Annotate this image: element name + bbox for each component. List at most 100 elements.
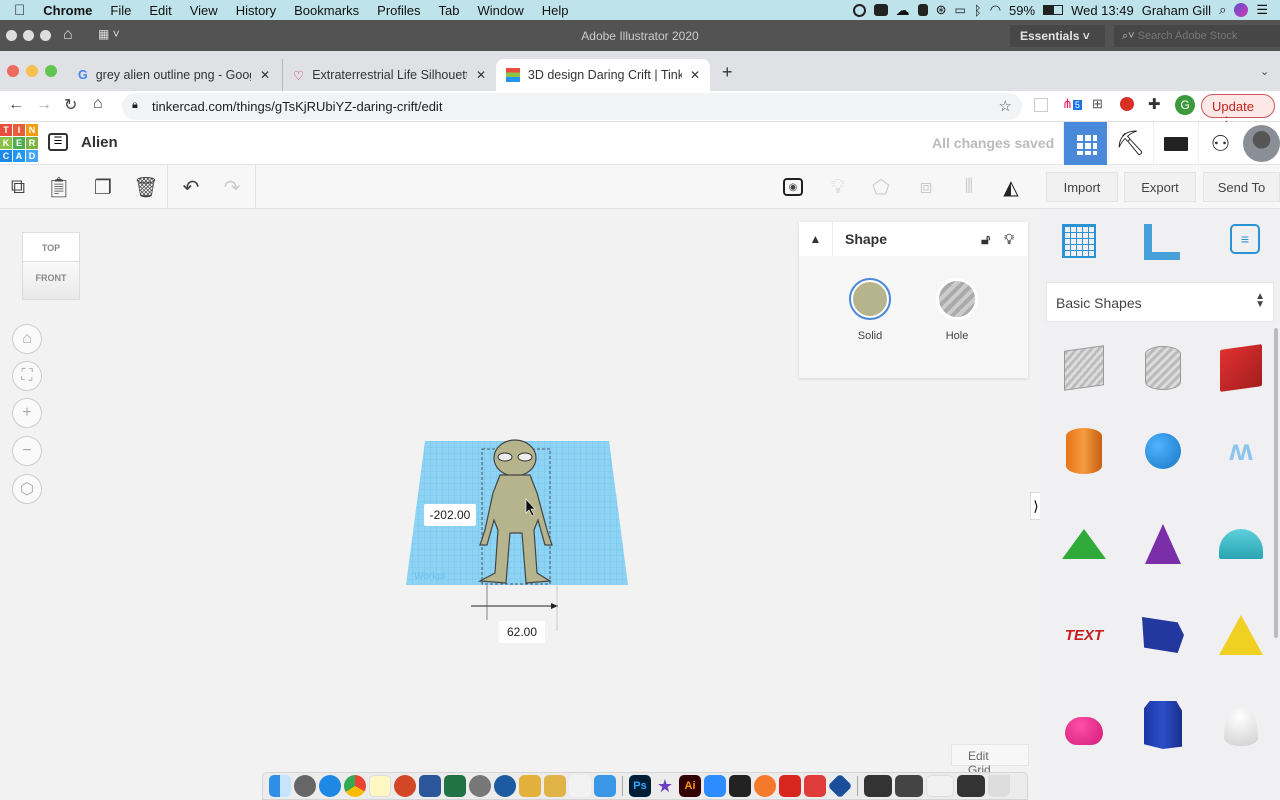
reload-icon[interactable]: ↻ [64,95,77,115]
shape-round-roof[interactable] [1216,519,1266,569]
sketchup-icon[interactable] [804,775,826,797]
ortho-view-button[interactable]: ⬡ [12,474,42,504]
workplane-tool-icon[interactable] [1062,224,1096,258]
fit-view-button[interactable]: ⛶ [12,361,42,391]
home-icon[interactable]: ⌂ [93,95,103,113]
hole-swatch[interactable] [936,278,978,320]
excel-icon[interactable] [444,775,466,797]
view-cube[interactable]: TOP FRONT [22,232,80,300]
workplane-scene[interactable]: Workpl [400,435,640,635]
system-preferences-icon[interactable] [469,775,491,797]
bricks-view-button[interactable] [1153,122,1197,165]
close-tab-icon[interactable]: ✕ [260,68,270,82]
pages-icon[interactable] [519,775,541,797]
shape-scribble[interactable]: ʍ [1216,426,1266,476]
extensions-puzzle-icon[interactable]: ✚ [1148,95,1161,113]
zoom-app-icon[interactable] [704,775,726,797]
notes-tool-icon[interactable]: ≡ [1230,224,1260,254]
shape-pyramid[interactable] [1216,610,1266,660]
clock[interactable]: Wed 13:49 [1071,3,1134,18]
menu-window[interactable]: Window [469,3,533,18]
extension-share-icon[interactable]: ⋔ 5 [1062,96,1082,112]
tab-extraterrestrial[interactable]: ♡ Extraterrestrial Life Silhouette ✕ [282,59,496,91]
menu-help[interactable]: Help [533,3,578,18]
import-button[interactable]: Import [1046,172,1118,202]
siri-icon[interactable] [1234,3,1249,17]
shape-text[interactable]: TEXT [1059,610,1109,660]
extension-grid-icon[interactable]: ⊞ [1092,96,1103,112]
tab-google-search[interactable]: G grey alien outline png - Google ✕ [68,59,280,91]
launchpad-icon[interactable] [294,775,316,797]
undo-button[interactable]: ↶ [177,173,205,201]
menu-file[interactable]: File [101,3,140,18]
migration-icon[interactable] [594,775,616,797]
paste-button[interactable]: 📋︎ [45,173,73,201]
shape-cylinder-hole[interactable] [1138,343,1188,393]
wifi-icon[interactable]: ◠ [990,2,1001,18]
word-icon[interactable] [419,775,441,797]
collapse-inspector-icon[interactable]: ▲ [799,222,833,256]
apple-menu-icon[interactable]:  [0,2,34,19]
ungroup-button[interactable]: ⧈ [912,173,940,201]
archive-utility-icon[interactable] [544,775,566,797]
creative-cloud-icon[interactable]: ⊛ [936,2,947,18]
delete-button[interactable]: 🗑︎ [132,173,160,201]
solid-swatch[interactable] [849,278,891,320]
tab-tinkercad[interactable]: 3D design Daring Crift | Tinker ✕ [496,59,710,91]
close-tab-icon[interactable]: ✕ [690,68,700,82]
extension-stop-icon[interactable] [1120,97,1134,111]
new-tab-button[interactable]: + [722,62,733,83]
tinkercad-logo[interactable]: T I N K E R C A D [0,124,38,162]
trash-icon[interactable] [988,775,1010,797]
close-window-button[interactable] [7,65,19,77]
workspace-switcher[interactable]: Essentials ˅ [1010,25,1105,47]
menu-tab[interactable]: Tab [430,3,469,18]
lock-icon[interactable]: 🔒︎ [132,99,138,112]
menu-edit[interactable]: Edit [140,3,180,18]
tab-search-icon[interactable]: ⌄ [1260,65,1269,78]
bookmark-star-icon[interactable]: ☆ [999,97,1012,115]
user-name[interactable]: Graham Gill [1142,3,1211,18]
notes-icon[interactable] [369,775,391,797]
export-button[interactable]: Export [1124,172,1196,202]
solid-option[interactable]: Solid [849,278,891,342]
zoom-out-button[interactable]: − [12,436,42,466]
show-all-button[interactable]: 💡︎ [824,173,852,201]
shape-polygon[interactable] [1138,700,1188,750]
notification-center-icon[interactable]: ☰ [1256,2,1268,18]
minimized-window-3[interactable] [926,775,954,797]
battery-icon[interactable] [1043,5,1064,15]
shape-paraboloid[interactable] [1216,700,1266,750]
redo-button[interactable]: ↷ [218,173,246,201]
chrome-icon[interactable] [344,775,366,797]
minimized-window-4[interactable] [957,775,985,797]
airplay-icon[interactable]: ▭ [955,3,966,17]
shapes-scrollbar[interactable] [1274,328,1278,638]
shape-box[interactable] [1216,343,1266,393]
hole-option[interactable]: Hole [936,278,978,342]
menu-view[interactable]: View [181,3,227,18]
finder-icon[interactable] [269,775,291,797]
edit-grid-button[interactable]: Edit Grid [951,744,1029,777]
menu-history[interactable]: History [227,3,285,18]
minimize-window-button[interactable] [26,65,38,77]
menu-bookmarks[interactable]: Bookmarks [285,3,368,18]
safari-icon[interactable] [319,775,341,797]
lightbulb-icon[interactable]: 💡︎ [1004,231,1014,248]
invite-user-button[interactable]: ⚇ [1198,122,1242,165]
send-to-button[interactable]: Send To [1203,172,1280,202]
blocks-view-button[interactable]: ⛏ [1108,122,1152,165]
minimized-window-2[interactable] [895,775,923,797]
update-button[interactable]: Update ⋮ [1201,94,1275,129]
cloud-icon[interactable]: ☁ [896,2,910,19]
3d-workspace[interactable]: TOP FRONT ⌂ ⛶ + − ⬡ Workpl -202.00 62.00 [0,210,1042,800]
shape-sphere[interactable] [1138,426,1188,476]
align-button[interactable]: ⫴ [955,173,983,201]
menu-profiles[interactable]: Profiles [368,3,429,18]
view-cube-top[interactable]: TOP [22,232,80,262]
app-store-installer-icon[interactable] [569,775,591,797]
photoshop-icon[interactable]: Ps [629,775,651,797]
acrobat-icon[interactable] [779,775,801,797]
copy-button[interactable]: ⧉ [4,173,32,201]
powerpoint-icon[interactable] [394,775,416,797]
